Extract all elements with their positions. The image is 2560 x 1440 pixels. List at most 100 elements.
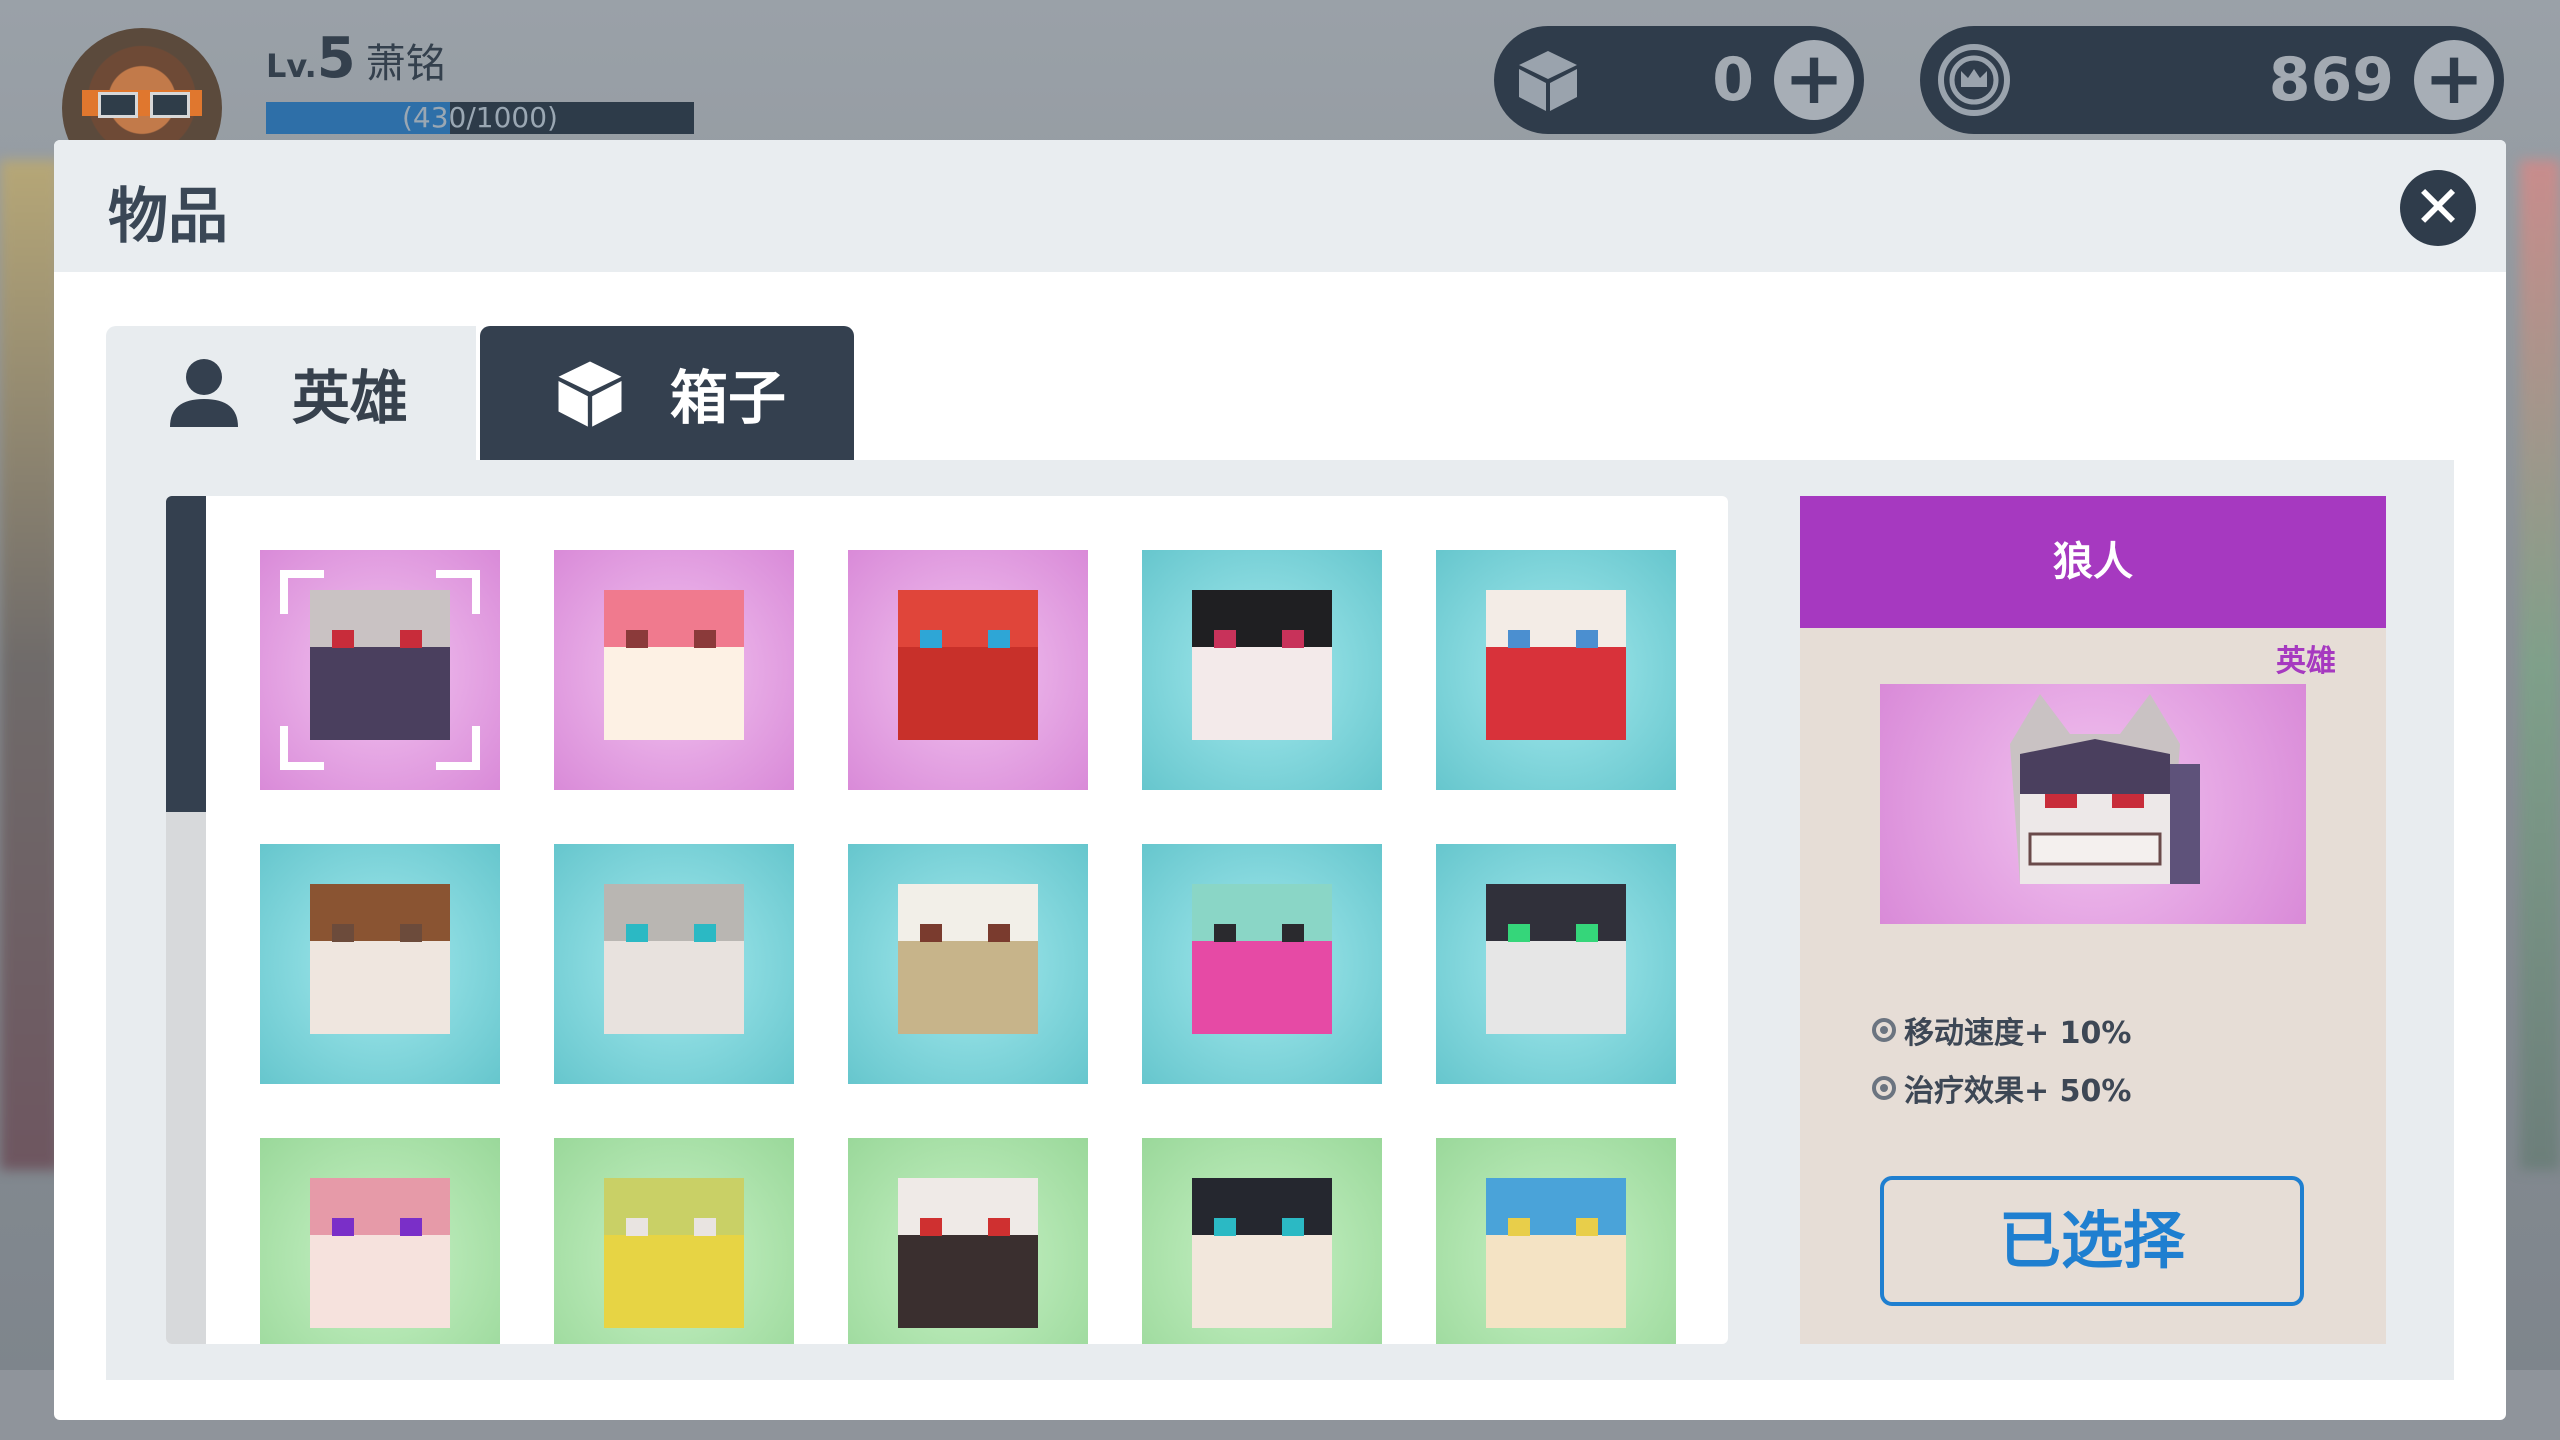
stat-row: 移动速度+ 10%: [1872, 1008, 2131, 1052]
item-slot-skeleton[interactable]: [848, 1138, 1088, 1344]
character-eye: [400, 630, 422, 648]
selection-bracket-icon: [436, 570, 480, 614]
item-slot-blue-cap[interactable]: [1436, 1138, 1676, 1344]
item-slot-priest[interactable]: [848, 844, 1088, 1084]
box-icon: [550, 353, 630, 433]
character-portrait: [1486, 590, 1626, 740]
character-portrait: [898, 1178, 1038, 1328]
item-slot-werewolf[interactable]: [260, 550, 500, 790]
character-eye: [1576, 924, 1598, 942]
character-eye: [988, 1218, 1010, 1236]
item-slot-frog-king[interactable]: [554, 1138, 794, 1344]
stat-bullet-icon: [1872, 1076, 1896, 1100]
character-eye: [332, 630, 354, 648]
item-slot-red-robot[interactable]: [848, 550, 1088, 790]
close-button[interactable]: ✕: [2400, 170, 2476, 246]
character-eye: [694, 924, 716, 942]
character-eye: [332, 1218, 354, 1236]
stat-text: 移动速度+ 10%: [1904, 1016, 2132, 1051]
character-eye: [1282, 924, 1304, 942]
character-eye: [988, 630, 1010, 648]
xp-text: (430/1000): [402, 101, 558, 134]
item-slot-captain[interactable]: [1142, 1138, 1382, 1344]
level-number: 5: [316, 26, 356, 91]
character-portrait: [1486, 884, 1626, 1034]
selected-button[interactable]: 已选择: [1880, 1176, 2304, 1306]
character-eye: [694, 630, 716, 648]
tab-boxes[interactable]: 箱子: [480, 326, 854, 460]
item-slot-punk[interactable]: [1142, 844, 1382, 1084]
avatar-goggle-right: [150, 92, 190, 118]
background-blur-right: [2520, 160, 2560, 1170]
xp-bar: (430/1000): [266, 102, 694, 134]
character-eye: [1282, 630, 1304, 648]
tab-heroes-label: 英雄: [292, 364, 409, 432]
close-icon: ✕: [2413, 173, 2463, 241]
character-portrait: [1192, 590, 1332, 740]
character-eye: [1282, 1218, 1304, 1236]
coin-currency: 869 +: [1920, 26, 2504, 134]
stat-bullet-icon: [1872, 1018, 1896, 1042]
item-slot-skull-mask[interactable]: [1436, 844, 1676, 1084]
character-eye: [400, 1218, 422, 1236]
stat-row: 治疗效果+ 50%: [1872, 1066, 2131, 1110]
person-icon: [164, 353, 244, 433]
box-currency: 0 +: [1494, 26, 1864, 134]
character-portrait: [310, 884, 450, 1034]
scrollbar-thumb[interactable]: [166, 496, 206, 812]
item-slot-pink-hair-girl[interactable]: [260, 1138, 500, 1344]
inventory-panel: 物品 ✕ 英雄 箱子 狼人 英雄 移动速度+ 10% 治疗效果+ 50% 已选择: [54, 140, 2506, 1420]
detail-name: 狼人: [1800, 496, 2386, 628]
item-list-scrollbar[interactable]: [166, 496, 206, 1344]
character-eye: [920, 924, 942, 942]
character-eye: [694, 1218, 716, 1236]
character-portrait: [1486, 1178, 1626, 1328]
character-eye: [1508, 1218, 1530, 1236]
level-prefix: Lv.: [266, 47, 317, 85]
panel-title: 物品: [108, 182, 228, 252]
item-list: [166, 496, 1728, 1344]
character-eye: [920, 630, 942, 648]
detail-panel: 狼人 英雄 移动速度+ 10% 治疗效果+ 50% 已选择: [1800, 496, 2386, 1344]
character-eye: [920, 1218, 942, 1236]
detail-stats: 移动速度+ 10% 治疗效果+ 50%: [1872, 1008, 2131, 1124]
background-blur-left: [0, 160, 60, 1170]
character-eye: [626, 924, 648, 942]
character-portrait: [604, 590, 744, 740]
character-portrait: [604, 1178, 744, 1328]
character-portrait: [310, 1178, 450, 1328]
detail-portrait: [1880, 684, 2306, 924]
stat-text: 治疗效果+ 50%: [1904, 1074, 2132, 1109]
character-portrait: [898, 590, 1038, 740]
character-portrait: [310, 590, 450, 740]
item-slot-black-hair-girl[interactable]: [1142, 550, 1382, 790]
character-eye: [988, 924, 1010, 942]
player-name: 萧铭: [365, 41, 446, 87]
box-count: 0: [1712, 45, 1754, 115]
item-slot-knight[interactable]: [554, 844, 794, 1084]
avatar-goggle-left: [98, 92, 138, 118]
character-eye: [1508, 924, 1530, 942]
tab-heroes[interactable]: 英雄: [106, 326, 476, 460]
character-eye: [1576, 630, 1598, 648]
character-eye: [1214, 1218, 1236, 1236]
detail-type: 英雄: [2276, 644, 2336, 679]
character-eye: [626, 1218, 648, 1236]
character-eye: [332, 924, 354, 942]
character-eye: [1214, 924, 1236, 942]
item-slot-cowboy[interactable]: [260, 844, 500, 1084]
character-eye: [400, 924, 422, 942]
item-slot-teeth-monster[interactable]: [554, 550, 794, 790]
panel-header: 物品 ✕: [54, 140, 2506, 272]
add-coin-button[interactable]: +: [2414, 40, 2494, 120]
character-eye: [1508, 630, 1530, 648]
selection-bracket-icon: [280, 570, 324, 614]
crown-coin-icon: [1934, 40, 2014, 120]
character-portrait: [1192, 884, 1332, 1034]
item-slot-clown[interactable]: [1436, 550, 1676, 790]
coin-count: 869: [2268, 45, 2394, 115]
tab-boxes-label: 箱子: [670, 364, 787, 432]
player-level: Lv.5 萧铭: [266, 26, 446, 91]
add-box-button[interactable]: +: [1774, 40, 1854, 120]
box-icon: [1508, 40, 1588, 120]
